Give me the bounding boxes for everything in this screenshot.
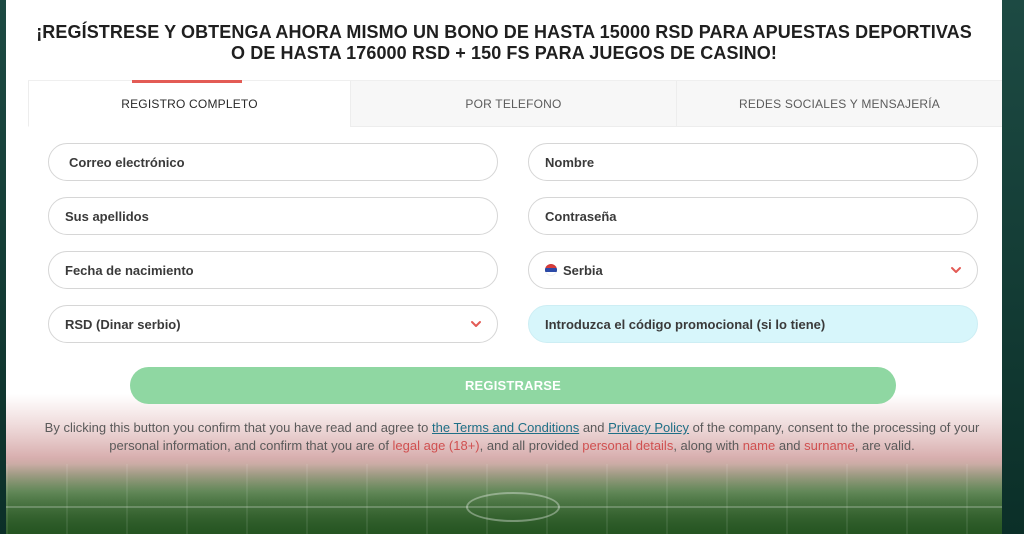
legal-text: and [775, 438, 805, 453]
chevron-down-icon [951, 267, 961, 273]
privacy-policy-link[interactable]: Privacy Policy [608, 420, 689, 435]
surname-text: surname [804, 438, 855, 453]
tab-label: REGISTRO COMPLETO [121, 96, 258, 111]
first-name-field[interactable]: Nombre [528, 143, 978, 181]
registration-tabs: REGISTRO COMPLETO POR TELEFONO REDES SOC… [28, 80, 1002, 127]
tab-label: POR TELEFONO [465, 96, 562, 111]
name-text: name [742, 438, 776, 453]
first-name-placeholder: Nombre [545, 154, 595, 170]
active-tab-indicator [132, 80, 242, 83]
legal-text: , along with [673, 438, 743, 453]
email-placeholder: Correo electrónico [69, 154, 185, 170]
personal-details-text: personal details [582, 438, 674, 453]
legal-text: , are valid. [854, 438, 915, 453]
legal-text: and [579, 420, 609, 435]
center-circle-decoration [466, 492, 560, 522]
chevron-down-icon [471, 321, 481, 327]
tab-by-phone[interactable]: POR TELEFONO [350, 81, 676, 127]
currency-value: RSD (Dinar serbio) [65, 316, 181, 332]
birthdate-placeholder: Fecha de nacimiento [65, 262, 194, 278]
password-placeholder: Contraseña [545, 208, 617, 224]
tab-full-registration[interactable]: REGISTRO COMPLETO [28, 80, 350, 127]
legal-text: , and all provided [479, 438, 583, 453]
right-background-edge [1002, 0, 1024, 534]
register-button[interactable]: REGISTRARSE [130, 367, 896, 404]
last-name-placeholder: Sus apellidos [65, 208, 149, 224]
legal-disclaimer: By clicking this button you confirm that… [36, 419, 988, 455]
password-field[interactable]: Contraseña [528, 197, 978, 235]
promo-code-placeholder: Introduzca el código promocional (si lo … [545, 316, 826, 332]
country-value: Serbia [563, 262, 603, 278]
terms-and-conditions-link[interactable]: the Terms and Conditions [432, 420, 579, 435]
promo-code-field[interactable]: Introduzca el código promocional (si lo … [528, 305, 978, 343]
tab-social-messengers[interactable]: REDES SOCIALES Y MENSAJERÍA [676, 81, 1002, 127]
serbia-flag-icon [545, 264, 557, 276]
tab-label: REDES SOCIALES Y MENSAJERÍA [738, 96, 941, 111]
country-select[interactable]: Serbia [528, 251, 978, 289]
currency-select[interactable]: RSD (Dinar serbio) [48, 305, 498, 343]
legal-text: By clicking this button you confirm that… [44, 420, 433, 435]
last-name-field[interactable]: Sus apellidos [48, 197, 498, 235]
bonus-headline: ¡REGÍSTRESE Y OBTENGA AHORA MISMO UN BON… [36, 22, 972, 63]
legal-age-text: legal age (18+) [392, 438, 480, 453]
registration-modal: ¡REGÍSTRESE Y OBTENGA AHORA MISMO UN BON… [6, 0, 1002, 534]
email-field[interactable]: Correo electrónico [48, 143, 498, 181]
register-button-label: REGISTRARSE [464, 378, 562, 393]
birthdate-field[interactable]: Fecha de nacimiento [48, 251, 498, 289]
